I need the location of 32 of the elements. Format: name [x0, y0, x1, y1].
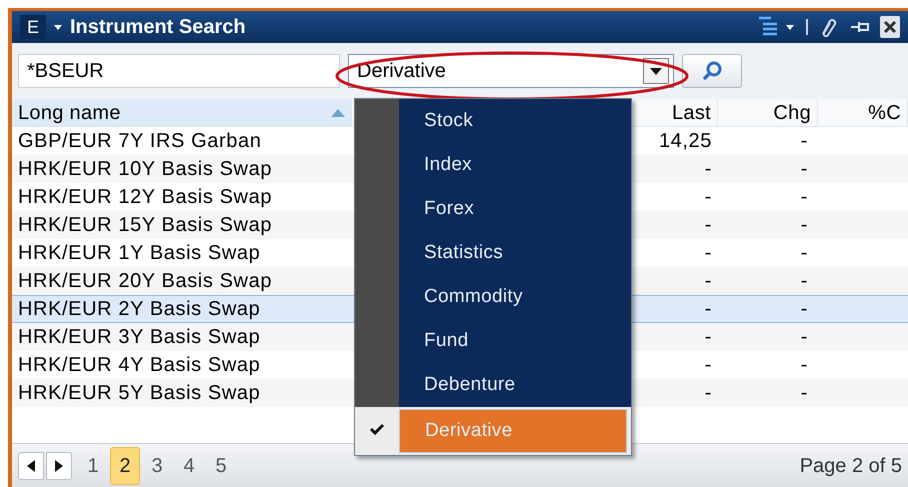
table-cell-text: - — [800, 297, 808, 322]
table-cell-text: HRK/EUR 1Y Basis Swap — [17, 241, 262, 266]
table-cell-text: - — [800, 185, 808, 210]
table-cell-text: HRK/EUR 3Y Basis Swap — [17, 325, 262, 350]
table-cell-text: HRK/EUR 20Y Basis Swap — [17, 269, 274, 294]
table-cell-text: - — [704, 157, 712, 182]
table-cell-text: - — [800, 157, 808, 182]
table-cell-text: - — [800, 353, 808, 378]
table-cell-text: HRK/EUR 10Y Basis Swap — [17, 157, 274, 182]
table-cell-text: HRK/EUR 5Y Basis Swap — [17, 381, 262, 406]
table-cell-text: HRK/EUR 12Y Basis Swap — [17, 185, 274, 210]
table-cell-text: HRK/EUR 2Y Basis Swap — [17, 297, 262, 322]
table-cell-text: - — [800, 241, 808, 266]
table-cell-text: - — [704, 325, 712, 350]
table-cell-text: - — [800, 213, 808, 238]
table-cell-text: - — [800, 381, 808, 406]
table-cell-text: - — [800, 269, 808, 294]
table-cell-text: - — [704, 185, 712, 210]
page-status: Page 2 of 5 — [800, 454, 902, 478]
table-cell-text: - — [704, 297, 712, 322]
table-cell-text: - — [800, 129, 808, 154]
table-cell-text: 14,25 — [658, 129, 712, 154]
table-cell-text: HRK/EUR 4Y Basis Swap — [17, 353, 262, 378]
table-cell-text: - — [704, 381, 712, 406]
table-cell-text: GBP/EUR 7Y IRS Garban — [17, 129, 262, 154]
table-cell-text: HRK/EUR 15Y Basis Swap — [17, 213, 274, 238]
table-cell-text: - — [704, 241, 712, 266]
table-cell-text: - — [704, 213, 712, 238]
table-cell-text: - — [704, 269, 712, 294]
window-title: Instrument Search — [70, 15, 246, 40]
table-cell-text: - — [800, 325, 808, 350]
table-cell-text: - — [704, 353, 712, 378]
